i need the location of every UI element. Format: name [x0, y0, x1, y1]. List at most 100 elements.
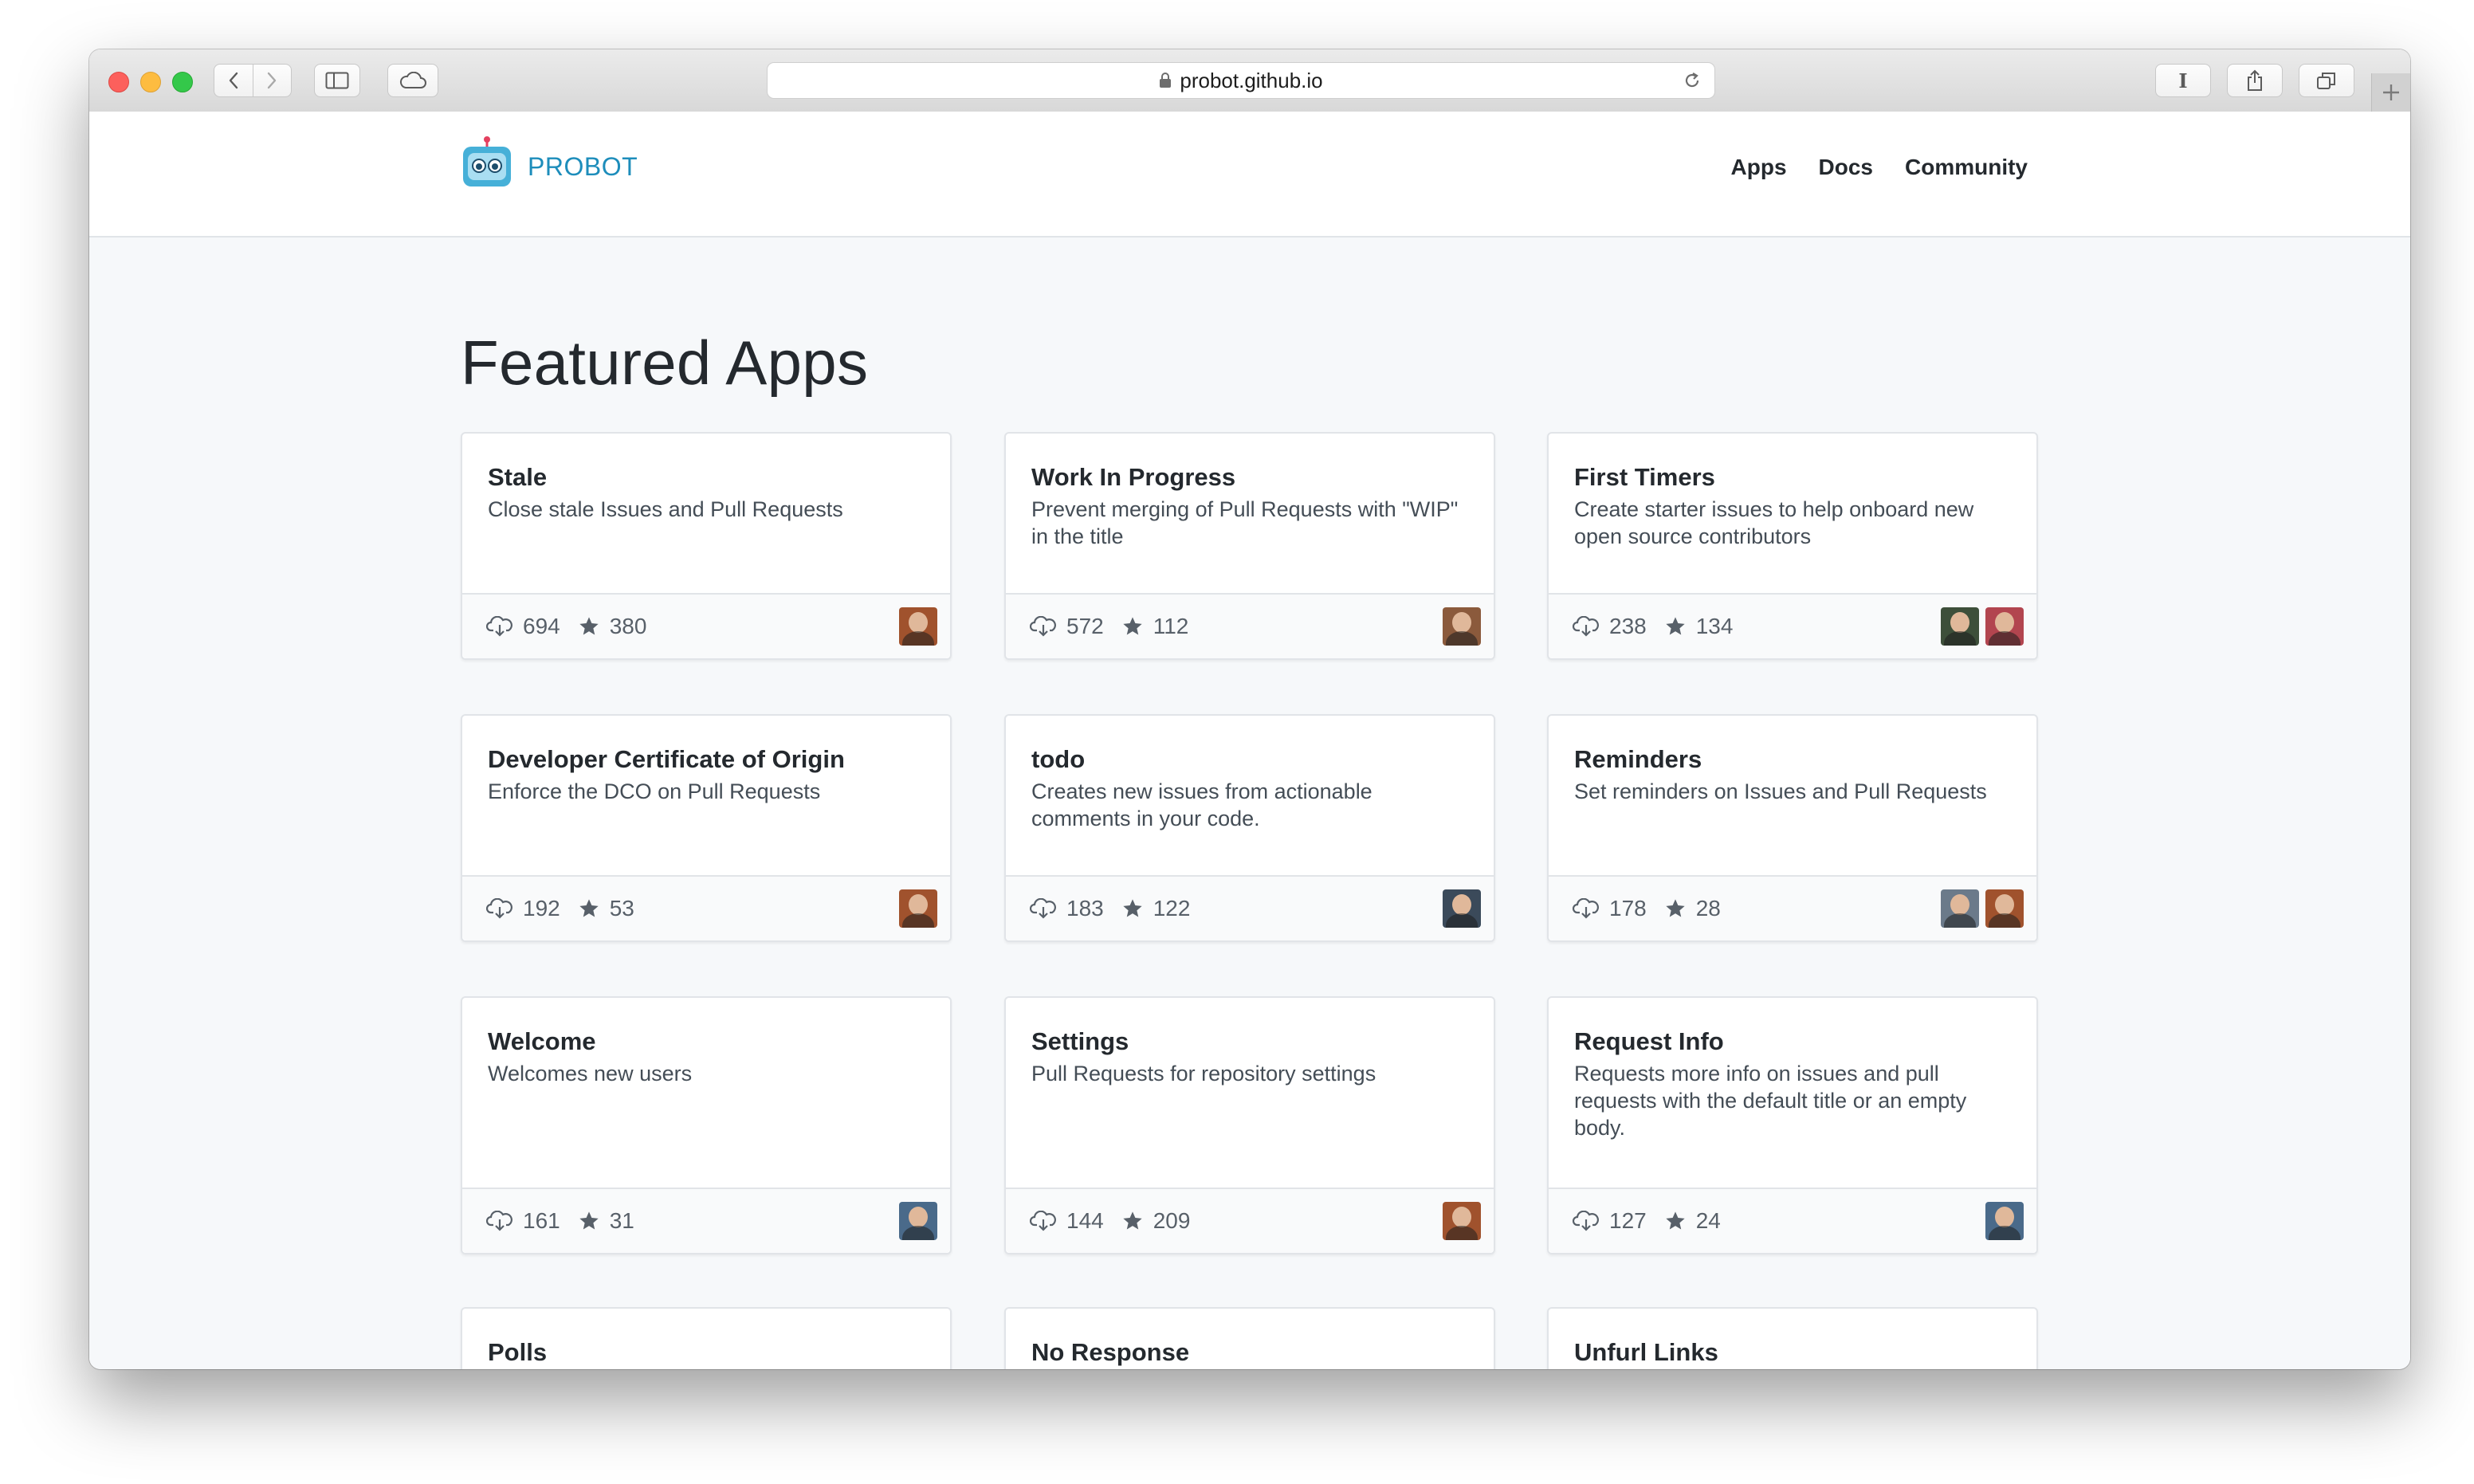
nav-link-docs[interactable]: Docs [1819, 155, 1873, 180]
address-bar[interactable]: probot.github.io [767, 62, 1715, 99]
app-card-body: Unfurl Links [1549, 1309, 2036, 1368]
install-count-value: 572 [1066, 614, 1104, 638]
app-card[interactable]: Unfurl Links [1547, 1307, 2038, 1369]
app-title[interactable]: Settings [1031, 1027, 1468, 1057]
install-count-value: 161 [523, 1208, 560, 1233]
app-card[interactable]: todo Creates new issues from actionable c… [1004, 714, 1495, 942]
show-all-tabs-button[interactable] [2299, 64, 2354, 97]
reader-button[interactable]: I [2155, 64, 2211, 97]
app-description: Close stale Issues and Pull Requests [488, 497, 843, 521]
probot-robot-icon [463, 136, 511, 186]
minimize-window-button[interactable] [140, 72, 161, 92]
share-button[interactable] [2227, 64, 2283, 97]
install-count: 572 [1030, 614, 1104, 639]
app-card-body: No Response [1006, 1309, 1494, 1368]
app-title[interactable]: Stale [488, 462, 925, 493]
avatar[interactable] [899, 607, 937, 646]
nav-link-community[interactable]: Community [1905, 155, 2028, 180]
brand-link[interactable]: PROBOT [461, 135, 638, 190]
cloud-icon [399, 72, 426, 88]
app-card[interactable]: Polls [461, 1307, 952, 1369]
author-avatars [893, 1202, 937, 1240]
app-card[interactable]: Reminders Set reminders on Issues and Pul… [1547, 714, 2038, 942]
avatar-head [909, 894, 928, 915]
avatar[interactable] [1443, 889, 1481, 928]
close-window-button[interactable] [108, 72, 129, 92]
app-description: Welcomes new users [488, 1062, 693, 1086]
chevron-right-icon [268, 72, 277, 89]
app-title[interactable]: Developer Certificate of Origin [488, 744, 925, 775]
author-avatars [893, 889, 937, 928]
star-count-value: 112 [1153, 614, 1189, 638]
app-card-footer: 127 24 [1549, 1188, 2036, 1253]
app-card[interactable]: Stale Close stale Issues and Pull Request… [461, 432, 952, 660]
site-header: PROBOT Apps Docs Community [89, 112, 2410, 238]
lock-icon [1159, 73, 1172, 88]
app-title[interactable]: Unfurl Links [1574, 1337, 2011, 1368]
install-count-value: 694 [523, 614, 560, 638]
star-count: 112 [1121, 614, 1189, 639]
sidebar-toggle-button[interactable] [314, 64, 360, 97]
star-count: 209 [1121, 1208, 1191, 1234]
app-title[interactable]: Request Info [1574, 1027, 2011, 1057]
install-count: 192 [486, 896, 560, 921]
avatar[interactable] [1443, 1202, 1481, 1240]
app-title[interactable]: Reminders [1574, 744, 2011, 775]
cloud-download-icon [1573, 1211, 1604, 1231]
new-tab-button[interactable] [2371, 73, 2410, 112]
app-card[interactable]: No Response [1004, 1307, 1495, 1369]
zoom-window-button[interactable] [172, 72, 193, 92]
avatar[interactable] [1443, 607, 1481, 646]
author-avatars [1436, 607, 1481, 646]
avatar[interactable] [899, 889, 937, 928]
avatar-head [1452, 612, 1471, 633]
star-count: 53 [578, 896, 634, 921]
avatar[interactable] [1985, 607, 2024, 646]
app-card[interactable]: Welcome Welcomes new users 161 31 [461, 996, 952, 1254]
app-card[interactable]: First Timers Create starter issues to hel… [1547, 432, 2038, 660]
app-card[interactable]: Developer Certificate of Origin Enforce t… [461, 714, 952, 942]
app-description: Create starter issues to help onboard ne… [1574, 497, 1974, 548]
star-count-value: 31 [609, 1208, 634, 1233]
avatar-shoulders [1446, 631, 1478, 646]
install-count-value: 192 [523, 896, 560, 921]
app-title[interactable]: todo [1031, 744, 1468, 775]
icloud-tabs-button[interactable] [387, 64, 438, 97]
app-card[interactable]: Request Info Requests more info on issues… [1547, 996, 2038, 1254]
cloud-download-icon [486, 616, 518, 637]
back-button[interactable] [214, 65, 253, 96]
app-title[interactable]: Welcome [488, 1027, 925, 1057]
app-title[interactable]: No Response [1031, 1337, 1468, 1368]
app-title[interactable]: Work In Progress [1031, 462, 1468, 493]
url-text: probot.github.io [1180, 68, 1323, 92]
author-avatars [1979, 1202, 2024, 1240]
cloud-download-icon [1573, 616, 1604, 637]
star-icon [1664, 615, 1691, 638]
app-title[interactable]: Polls [488, 1337, 925, 1368]
avatar[interactable] [1941, 607, 1979, 646]
reader-label: I [2178, 69, 2188, 92]
main-nav: Apps Docs Community [1699, 155, 2028, 180]
avatar-head [909, 1207, 928, 1227]
star-icon [578, 1210, 605, 1232]
forward-button[interactable] [252, 65, 292, 96]
app-title[interactable]: First Timers [1574, 462, 2011, 493]
avatar[interactable] [899, 1202, 937, 1240]
reload-icon[interactable] [1683, 71, 1702, 90]
app-card-body: todo Creates new issues from actionable c… [1006, 716, 1494, 832]
app-card[interactable]: Settings Pull Requests for repository set… [1004, 996, 1495, 1254]
install-count: 238 [1573, 614, 1647, 639]
nav-link-apps[interactable]: Apps [1731, 155, 1787, 180]
plus-icon [2383, 84, 2399, 100]
avatar[interactable] [1941, 889, 1979, 928]
app-card[interactable]: Work In Progress Prevent merging of Pull … [1004, 432, 1495, 660]
section-title: Featured Apps [461, 328, 869, 398]
avatar[interactable] [1985, 1202, 2024, 1240]
app-description: Prevent merging of Pull Requests with "W… [1031, 497, 1459, 548]
tabs-icon [2317, 73, 2335, 89]
avatar-head [909, 612, 928, 633]
star-count-value: 209 [1153, 1208, 1191, 1233]
avatar-head [1995, 612, 2014, 633]
avatar[interactable] [1985, 889, 2024, 928]
author-avatars [893, 607, 937, 646]
